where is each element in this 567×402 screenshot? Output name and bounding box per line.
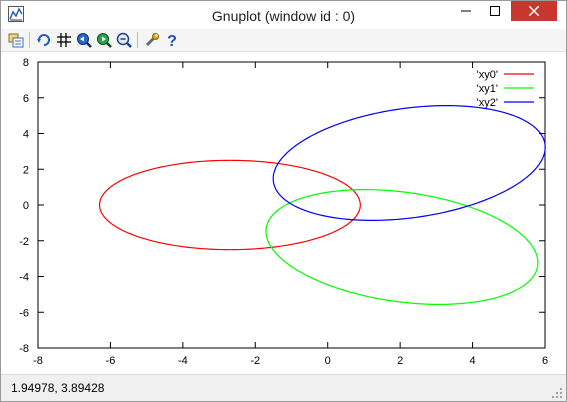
minimize-button[interactable]	[452, 1, 480, 21]
help-button[interactable]: ?	[163, 31, 181, 49]
title-bar[interactable]: Gnuplot (window id : 0)	[1, 1, 566, 29]
zoom-previous-icon	[77, 33, 92, 48]
zoom-unzoom-icon	[116, 32, 132, 48]
plot-canvas[interactable]: -8 -6 -4 -2 0 2 4 6 -8 -6 -4 -2 0 2 4 6 8 'xy0' 'xy1' 'xy…	[1, 52, 566, 374]
y-tick-label: -6	[19, 307, 29, 319]
x-tick-label: -6	[106, 355, 116, 367]
close-button[interactable]	[511, 1, 557, 21]
copy-print-icon	[8, 33, 24, 48]
y-tick-label: 4	[23, 129, 29, 141]
y-tick-label: 8	[23, 57, 29, 69]
maximize-button[interactable]	[481, 1, 509, 21]
minimize-icon	[461, 10, 471, 12]
x-tick-label: 4	[470, 355, 476, 367]
resize-grip-icon[interactable]	[552, 388, 562, 398]
copy-print-button[interactable]	[7, 31, 25, 49]
y-tick-label: -4	[19, 272, 29, 284]
options-wrench-icon	[145, 33, 159, 47]
y-tick-label: 2	[23, 164, 29, 176]
x-tick-label: 2	[397, 355, 403, 367]
toolbar-separator	[29, 32, 30, 48]
grid-icon	[57, 33, 71, 47]
legend-label-xy2: 'xy2'	[477, 97, 498, 109]
x-tick-label: 6	[542, 355, 548, 367]
grid-button[interactable]	[55, 31, 73, 49]
close-icon	[529, 6, 539, 16]
gnuplot-window: Gnuplot (window id : 0) ? -8 -6 -4 -2 0 …	[0, 0, 567, 402]
y-tick-label: 0	[23, 200, 29, 212]
help-icon: ?	[167, 33, 177, 48]
y-tick-label: 6	[23, 93, 29, 105]
x-tick-label: -4	[178, 355, 188, 367]
zoom-previous-button[interactable]	[75, 31, 93, 49]
svg-text:?: ?	[167, 33, 177, 48]
x-tick-label: -8	[33, 355, 43, 367]
status-bar: 1.94978, 3.89428	[1, 374, 566, 401]
maximize-icon	[490, 6, 500, 16]
legend-label-xy1: 'xy1'	[477, 83, 498, 95]
plot-area[interactable]: -8 -6 -4 -2 0 2 4 6 -8 -6 -4 -2 0 2 4 6 8 'xy0' 'xy1' 'xy…	[1, 52, 566, 379]
replot-button[interactable]	[35, 31, 53, 49]
zoom-unzoom-button[interactable]	[115, 31, 133, 49]
cursor-coordinates: 1.94978, 3.89428	[11, 381, 105, 395]
y-tick-label: -2	[19, 236, 29, 248]
zoom-next-icon	[97, 33, 112, 48]
x-tick-label: 0	[325, 355, 331, 367]
x-tick-label: -2	[250, 355, 260, 367]
toolbar-separator	[137, 32, 138, 48]
legend-label-xy0: 'xy0'	[477, 69, 498, 81]
toolbar: ?	[1, 29, 566, 52]
options-button[interactable]	[143, 31, 161, 49]
replot-icon	[37, 34, 50, 46]
y-tick-label: -8	[19, 343, 29, 355]
zoom-next-button[interactable]	[95, 31, 113, 49]
